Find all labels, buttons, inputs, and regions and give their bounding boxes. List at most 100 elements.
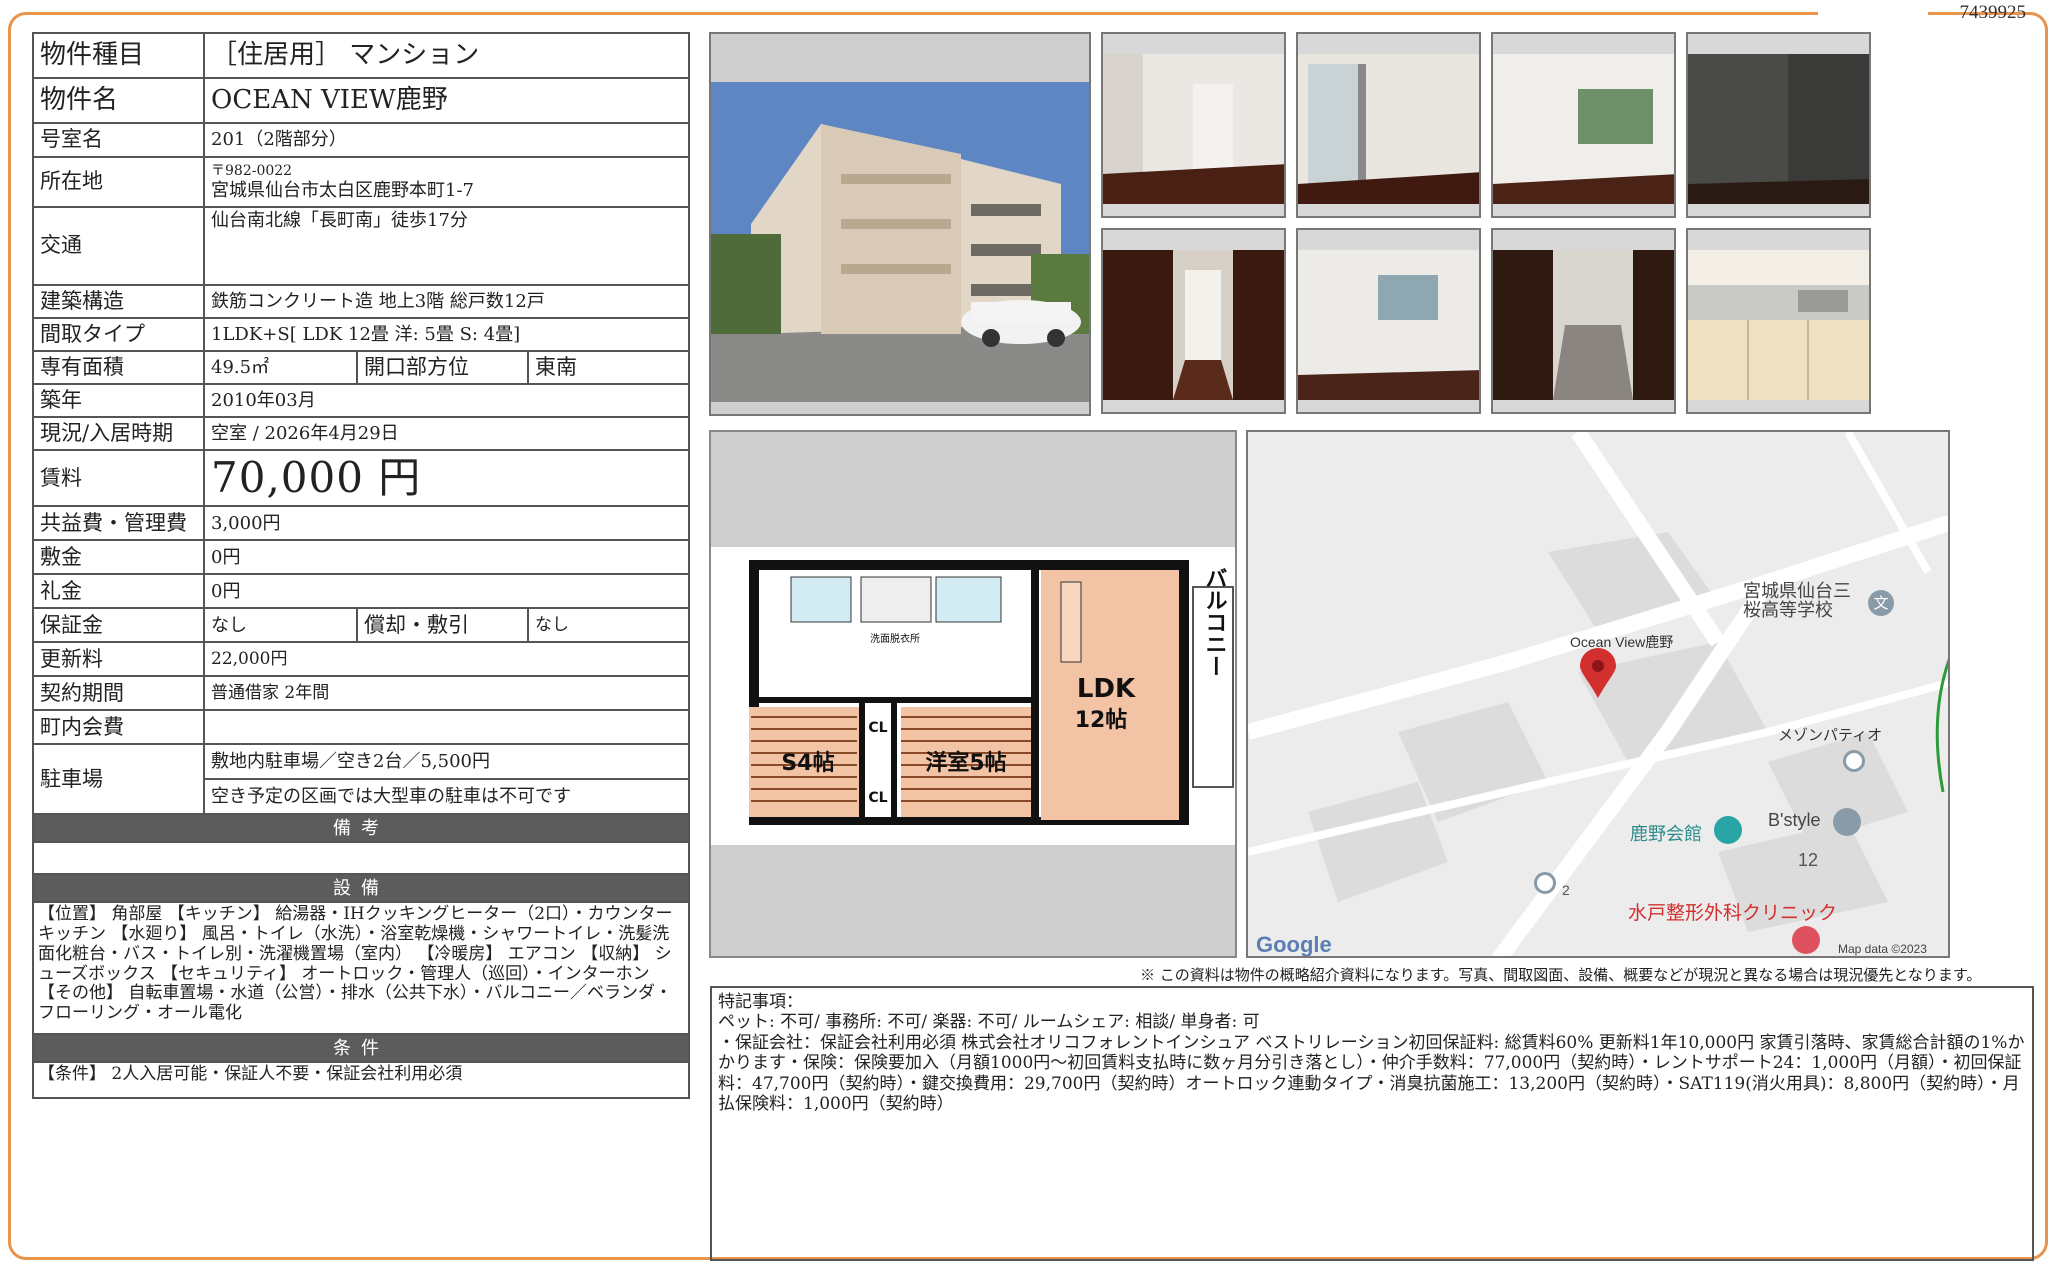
renewal-label: 更新料 [32, 641, 205, 678]
map-label-kaikan: 鹿野会館 [1630, 824, 1702, 844]
structure-label: 建築構造 [32, 284, 205, 319]
direction-value: 東南 [526, 350, 691, 385]
room2-label: S4帖 [781, 751, 834, 776]
address-value: 宮城県仙台市太白区鹿野本町1-7 [211, 179, 474, 201]
guarantee-value: なし [203, 607, 358, 644]
ldk-label: LDK [1077, 674, 1136, 704]
notes-body: ・保証会社：保証会社利用必須 株式会社オリコフォレントインシュア ベストリレーシ… [718, 1032, 2025, 1114]
room-photo-7-art [1493, 250, 1674, 400]
name-label: 物件名 [32, 77, 205, 124]
bstyle-pin-icon [1833, 808, 1861, 836]
guarantee-label: 保証金 [32, 607, 205, 644]
room-photo-4 [1686, 32, 1871, 218]
address-label: 所在地 [32, 156, 205, 208]
parking-label: 駐車場 [32, 743, 205, 816]
ldk-size: 12帖 [1075, 708, 1128, 733]
transport-label: 交通 [32, 206, 205, 286]
kaikan-pin-icon [1714, 816, 1742, 844]
map-data-credit: Map data ©2023 [1838, 942, 1927, 956]
clinic-pin-icon [1792, 926, 1820, 954]
map-label-12: 12 [1798, 850, 1819, 870]
area-value: 49.5㎡ [203, 350, 358, 385]
status-value: 空室 / 2026年4月29日 [202, 416, 691, 451]
parking-note: 空き予定の区画では大型車の駐車は不可です [202, 778, 691, 816]
exterior-photo-art [711, 82, 1089, 402]
equipment-text: 【位置】 角部屋 【キッチン】 給湯器・IHクッキングヒーター（2口）・カウンタ… [31, 901, 691, 1036]
map-school-name: 宮城県仙台三 桜高等学校 [1743, 581, 1851, 620]
room-photo-7 [1491, 228, 1676, 414]
location-pin-icon[interactable] [1578, 648, 1618, 700]
frame-gap [1818, 4, 1928, 24]
remarks-text [31, 841, 691, 876]
rent-value: 70,000 円 [202, 448, 691, 508]
type-label: 物件種目 [32, 32, 205, 79]
amortization-value: なし [526, 607, 691, 644]
room-photo-3-art [1493, 54, 1674, 204]
notes-title: 特記事項： [718, 992, 803, 1012]
postal-code: 〒982-0022 [211, 162, 293, 179]
room-photo-1 [1101, 32, 1286, 218]
equipment-header: 設備 [31, 873, 691, 904]
contract-value: 普通借家 2年間 [202, 675, 691, 712]
room-photo-8-art [1688, 250, 1869, 400]
room-photo-6-art [1298, 250, 1479, 400]
room1-label: 洋室5帖 [925, 750, 1006, 776]
room-photo-2 [1296, 32, 1481, 218]
room-value: 201（2階部分） [202, 122, 691, 158]
name-value: OCEAN VIEW鹿野 [202, 77, 691, 124]
exterior-photo [709, 32, 1091, 416]
school-icon: 文 [1868, 590, 1894, 616]
community-fee-value [202, 709, 691, 746]
map-label-maison-patio: メゾンパティオ [1778, 727, 1883, 744]
key-money-value: 0円 [202, 573, 691, 610]
fee-value: 3,000円 [202, 505, 691, 542]
maison-patio-pin-icon [1843, 750, 1865, 772]
built-value: 2010年03月 [202, 383, 691, 418]
special-notes: 特記事項： ペット: 不可/ 事務所: 不可/ 楽器: 不可/ ルームシェア: … [710, 986, 2034, 1261]
room-photo-6 [1296, 228, 1481, 414]
amortization-label: 償却・敷引 [356, 607, 529, 644]
fee-label: 共益費・管理費 [32, 505, 205, 542]
rent-label: 賃料 [32, 448, 205, 508]
parking-value: 敷地内駐車場／空き2台／5,500円 [202, 743, 691, 781]
room-photo-5-art [1103, 250, 1284, 400]
document-id: 7439925 [1959, 2, 2027, 23]
room-photo-1-art [1103, 54, 1284, 204]
pin-2-icon [1534, 872, 1556, 894]
address-cell: 〒982-0022 宮城県仙台市太白区鹿野本町1-7 [202, 156, 691, 208]
conditions-header: 条件 [31, 1033, 691, 1064]
type-value: ［住居用］ マンション [202, 32, 691, 79]
room-photo-3 [1491, 32, 1676, 218]
map-label-bstyle: B'style [1768, 810, 1821, 830]
notes-line1: ペット: 不可/ 事務所: 不可/ 楽器: 不可/ ルームシェア: 相談/ 単身… [718, 1012, 1260, 1033]
renewal-value: 22,000円 [202, 641, 691, 678]
structure-value: 鉄筋コンクリート造 地上3階 総戸数12戸 [202, 284, 691, 319]
map-label-2: 2 [1562, 882, 1570, 898]
disclaimer: ※ この資料は物件の概略紹介資料になります。写真、間取図面、設備、概要などが現況… [1140, 966, 1982, 984]
room-label: 号室名 [32, 122, 205, 158]
layout-value: 1LDK+S[ LDK 12畳 洋: 5畳 S: 4畳] [202, 317, 691, 352]
balcony-label: バルコニー [1202, 567, 1227, 677]
community-fee-label: 町内会費 [32, 709, 205, 746]
property-info-table: 物件種目 ［住居用］ マンション 物件名 OCEAN VIEW鹿野 号室名 201（2… [31, 32, 691, 1100]
closet-label-2: CL [868, 790, 887, 806]
status-label: 現況/入居時期 [32, 416, 205, 451]
deposit-label: 敷金 [32, 539, 205, 576]
google-logo: Google [1256, 932, 1332, 957]
room-photo-5 [1101, 228, 1286, 414]
room-photo-4-art [1688, 54, 1869, 204]
layout-label: 間取タイプ [32, 317, 205, 352]
floorplan: LDK 12帖 洋室5帖 S4帖 CL CL 洗面脱衣所 バルコニー [709, 430, 1237, 958]
deposit-value: 0円 [202, 539, 691, 576]
washroom-label: 洗面脱衣所 [870, 632, 920, 645]
room-photo-2-art [1298, 54, 1479, 204]
contract-label: 契約期間 [32, 675, 205, 712]
remarks-header: 備考 [31, 813, 691, 844]
transport-value: 仙台南北線「長町南」徒歩17分 [202, 206, 691, 286]
map-place-name: Ocean View鹿野 [1570, 634, 1674, 650]
conditions-text: 【条件】 2人入居可能・保証人不要・保証会社利用必須 [31, 1061, 691, 1100]
map-label-clinic: 水戸整形外科クリニック [1628, 903, 1838, 924]
built-label: 築年 [32, 383, 205, 418]
location-map[interactable]: Ocean View鹿野 宮城県仙台三 桜高等学校 文 メゾンパティオ 鹿野会館… [1246, 430, 1950, 958]
direction-label: 開口部方位 [356, 350, 529, 385]
